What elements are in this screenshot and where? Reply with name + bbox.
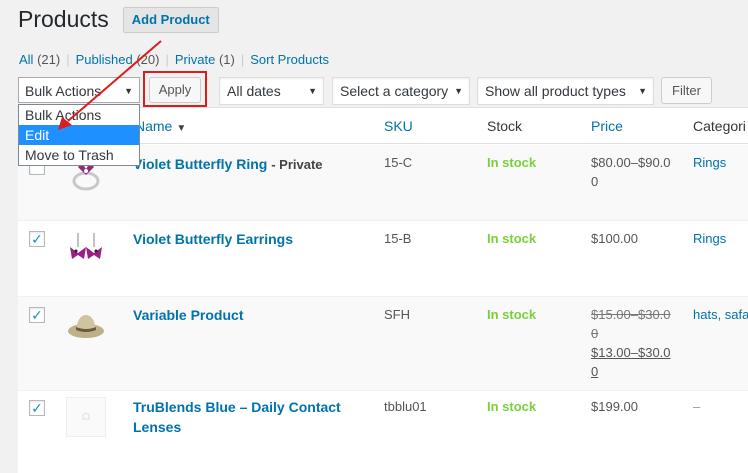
sort-desc-icon: ▼: [176, 123, 187, 134]
column-stock-header: Stock: [487, 118, 523, 134]
add-product-button[interactable]: Add Product: [122, 7, 219, 33]
product-name-link[interactable]: Violet Butterfly Ring - Private: [133, 154, 363, 175]
table-row: ✓ TruBlends Blue – Daily Contact Lenses …: [18, 391, 748, 473]
column-categories-header: Categori: [693, 118, 746, 134]
bulk-option-move-to-trash[interactable]: Move to Trash: [19, 145, 139, 165]
regular-price: $15.00–$30.0: [591, 307, 671, 322]
row-checkbox[interactable]: ✓: [29, 231, 45, 247]
dropdown-arrow-icon: ▼: [638, 86, 647, 96]
sort-products-link[interactable]: Sort Products: [250, 52, 329, 67]
row-checkbox[interactable]: ✓: [29, 307, 45, 323]
stock-status: In stock: [487, 399, 537, 414]
product-category-link[interactable]: Rings: [693, 231, 726, 246]
stock-status: In stock: [487, 231, 537, 246]
product-thumbnail-earrings[interactable]: [66, 229, 106, 269]
bulk-option-edit[interactable]: Edit: [19, 125, 139, 145]
product-price: $100.00: [591, 231, 638, 246]
bulk-option-bulk-actions[interactable]: Bulk Actions: [19, 105, 139, 125]
product-name-link[interactable]: Violet Butterfly Earrings: [133, 229, 363, 249]
product-thumbnail-hat[interactable]: [66, 305, 106, 345]
product-category-link[interactable]: hats, safa: [693, 307, 748, 322]
table-row: ✓ Violet Butterfly Earrings 15-B In stoc…: [18, 221, 748, 297]
dropdown-arrow-icon: ▼: [454, 86, 463, 96]
product-sku: 15-B: [384, 231, 412, 246]
dropdown-arrow-icon: ▼: [124, 86, 133, 96]
date-filter-select[interactable]: All dates ▼: [219, 77, 324, 105]
bulk-actions-select[interactable]: Bulk Actions ▼: [18, 77, 140, 103]
sale-price: $13.00–$30.0: [591, 345, 671, 360]
stock-status: In stock: [487, 155, 537, 170]
product-price: $15.00–$30.0 0 $13.00–$30.0 0: [591, 305, 673, 381]
filter-button[interactable]: Filter: [661, 77, 712, 104]
product-name-link[interactable]: Variable Product: [133, 305, 363, 325]
product-sku: tbblu01: [384, 399, 427, 414]
dropdown-arrow-icon: ▼: [308, 86, 317, 96]
page-header: Products Add Product: [18, 2, 219, 36]
product-price: $199.00: [591, 399, 638, 414]
column-name-header[interactable]: Name ▼: [135, 118, 186, 134]
view-private-link[interactable]: Private (1): [175, 52, 235, 67]
view-published-link[interactable]: Published (20): [76, 52, 160, 67]
bulk-actions-dropdown: Bulk Actions Edit Move to Trash: [18, 104, 140, 166]
column-sku-header[interactable]: SKU: [384, 118, 413, 134]
status-filter-links: All (21) | Published (20) | Private (1) …: [19, 52, 329, 67]
product-category-empty: –: [693, 399, 701, 414]
product-sku: SFH: [384, 307, 410, 322]
category-filter-select[interactable]: Select a category ▼: [332, 77, 470, 105]
product-price: $80.00–$90.0 0: [591, 155, 671, 189]
product-name-link[interactable]: TruBlends Blue – Daily Contact Lenses: [133, 397, 363, 437]
page-title: Products: [18, 5, 109, 32]
column-price-header[interactable]: Price: [591, 118, 623, 134]
product-category-link[interactable]: Rings: [693, 155, 726, 170]
row-checkbox[interactable]: ✓: [29, 400, 45, 416]
stock-status: In stock: [487, 307, 537, 322]
product-thumbnail-placeholder[interactable]: [66, 397, 106, 437]
products-page: Products Add Product All (21) | Publishe…: [0, 0, 748, 473]
product-sku: 15-C: [384, 155, 413, 170]
product-type-filter-select[interactable]: Show all product types ▼: [477, 77, 654, 105]
view-all-link[interactable]: All (21): [19, 52, 60, 67]
table-row: ✓ Variable Product SFH In stock $15.00–$…: [18, 297, 748, 391]
apply-button[interactable]: Apply: [149, 77, 201, 103]
